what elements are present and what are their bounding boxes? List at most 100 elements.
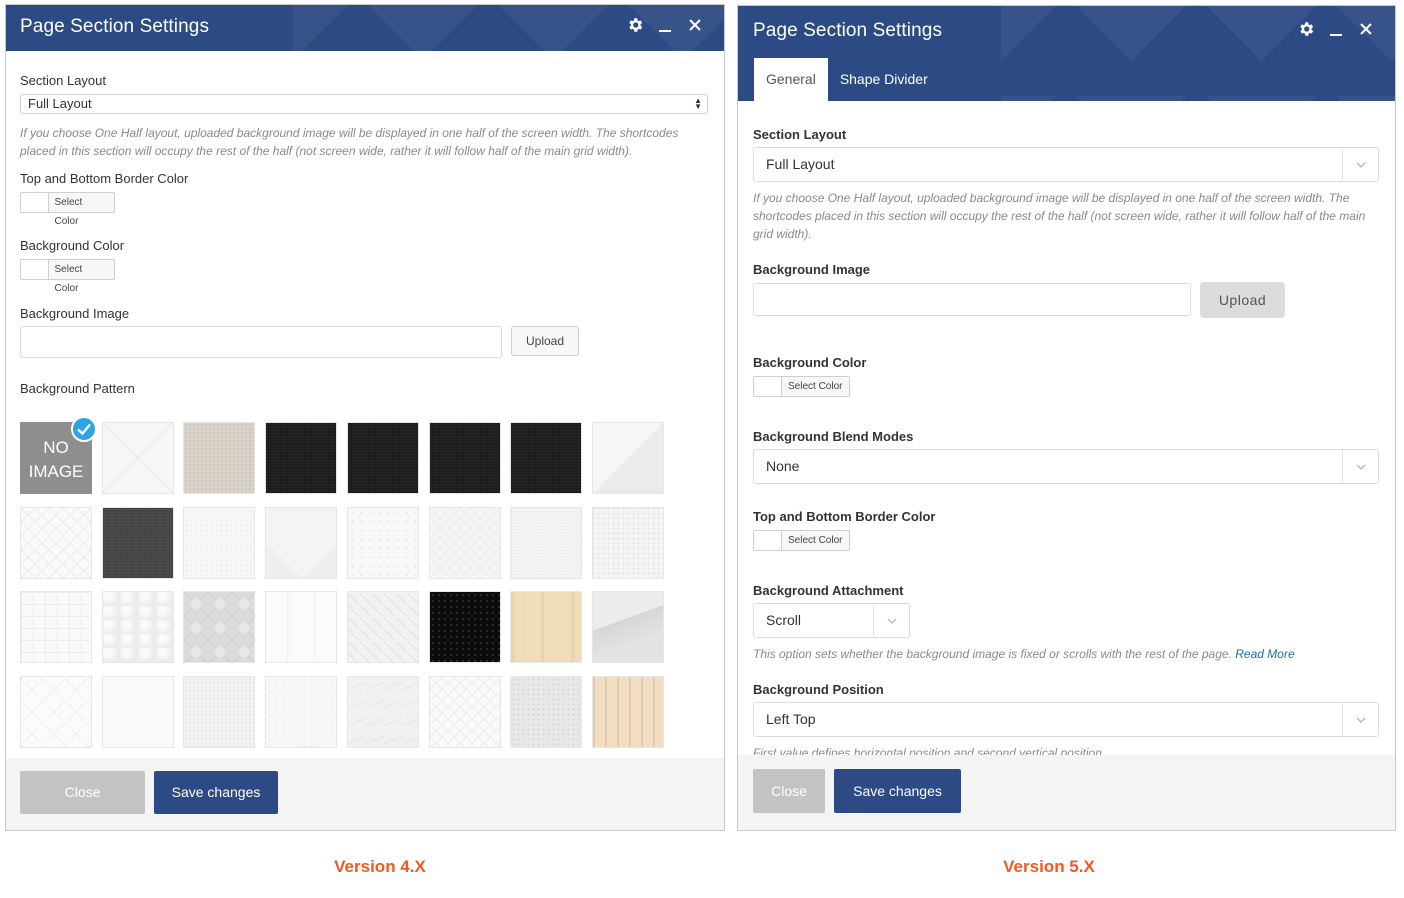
pattern-tile-black-fabric[interactable] [265,422,338,494]
settings-dialog-v5: Page Section Settings General Shape Divi… [737,5,1396,831]
pattern-tile-gray-speckle[interactable] [510,675,583,748]
select-divider [1342,703,1343,736]
bg-color-picker[interactable]: Select Color [20,259,115,294]
bg-image-input[interactable] [20,326,502,358]
dialog-header: Page Section Settings [6,5,724,51]
pattern-tile-gray-clover[interactable] [183,591,256,663]
pattern-tile-white-texture[interactable] [183,675,256,748]
border-color-picker[interactable]: Select Color [753,530,850,551]
tab-bar: General Shape Divider [754,58,940,101]
pattern-tile-white-waves[interactable] [346,675,419,748]
pattern-tile-white-grid[interactable] [591,506,664,579]
checkmark-icon [71,416,97,442]
position-help: First value defines horizontal position … [753,746,1106,755]
attachment-select[interactable]: Scroll [753,603,910,638]
pattern-tile-white-paper[interactable] [265,675,338,748]
pattern-tile-white-leather[interactable] [101,591,174,663]
pattern-tile-light-wood[interactable] [510,591,583,663]
save-changes-button[interactable]: Save changes [834,769,961,813]
position-value: Left Top [766,711,816,727]
pattern-tile-light-gray[interactable] [591,422,664,494]
save-changes-button[interactable]: Save changes [154,771,278,814]
pattern-tile-white-plain[interactable] [101,675,174,748]
color-swatch [754,531,782,550]
pattern-tile-white-linen[interactable] [510,506,583,579]
settings-dialog-v4: Page Section Settings Section Layout Ful… [5,4,725,831]
bg-image-label: Background Image [753,262,871,277]
section-layout-help: If you choose One Half layout, uploaded … [753,191,1366,241]
pattern-tile-black-fabric[interactable] [428,422,501,494]
dialog-title: Page Section Settings [753,20,943,41]
upload-button[interactable]: Upload [511,326,579,356]
dialog-footer: Close Save changes [6,758,724,830]
tab-general[interactable]: General [754,58,828,101]
pattern-tile-dark-gray[interactable] [101,506,174,579]
close-icon[interactable] [686,16,704,34]
upload-button[interactable]: Upload [1200,282,1285,318]
select-color-label: Select Color [788,381,843,392]
pattern-tile-light-diamond[interactable] [101,422,174,494]
position-select[interactable]: Left Top [753,702,1379,737]
pattern-tile-white-maze[interactable] [346,591,419,663]
version-caption-left: Version 4.X [334,857,426,876]
pattern-tile-white-noise[interactable] [183,506,256,579]
border-color-label: Top and Bottom Border Color [753,509,936,524]
chevron-down-icon [1356,464,1366,470]
bg-color-picker[interactable]: Select Color [753,376,850,397]
pattern-tile-white-speckle[interactable] [346,506,419,579]
attachment-label: Background Attachment [753,583,904,598]
pattern-tile-white-stripes[interactable] [265,591,338,663]
pattern-tile-black-fabric[interactable] [346,422,419,494]
section-layout-select[interactable]: Full Layout [753,147,1379,182]
pattern-tile-white-lattice[interactable] [20,506,92,579]
section-layout-label: Section Layout [753,127,847,142]
pattern-tile-gray-geometric[interactable] [591,591,664,663]
pattern-tile-white-squares[interactable] [20,591,92,663]
section-layout-help: If you choose One Half layout, uploaded … [20,126,679,158]
pattern-tile-black-dots[interactable] [428,591,501,663]
select-divider [1342,450,1343,483]
dialog-footer: Close Save changes [738,755,1395,830]
pattern-tile-no-image[interactable]: NO IMAGE [20,416,97,494]
attachment-value: Scroll [766,612,802,628]
dialog-body: Section Layout Full Layout If you choose… [738,101,1395,755]
pattern-tile-white-herringbone[interactable] [20,675,92,748]
section-layout-label: Section Layout [20,73,107,88]
close-icon[interactable] [1357,20,1375,38]
read-more-link[interactable]: Read More [1235,647,1294,661]
attachment-help-text: This option sets whether the background … [753,647,1232,661]
gear-icon[interactable] [626,16,644,34]
pattern-tile-white-diamond-grid[interactable] [428,506,501,579]
color-swatch [754,377,782,396]
pattern-tile-wood-planks[interactable] [591,675,664,748]
border-color-picker[interactable]: Select Color [20,192,115,227]
blend-modes-select[interactable]: None [753,449,1379,484]
section-layout-select[interactable]: Full Layout ▲ ▼ [20,94,708,114]
position-label: Background Position [753,682,884,697]
pattern-tile-black-fabric[interactable] [510,422,583,494]
bg-image-input[interactable] [753,283,1191,316]
minimize-icon[interactable] [1327,20,1345,38]
gear-icon[interactable] [1297,20,1315,38]
minimize-icon[interactable] [656,16,674,34]
pattern-tile-white-crosshatch[interactable] [428,675,501,748]
dialog-header: Page Section Settings General Shape Divi… [738,6,1395,101]
chevron-down-icon [1356,162,1366,168]
pattern-grid: NO IMAGE [20,416,680,752]
close-button[interactable]: Close [753,769,825,813]
chevron-down-icon [887,618,897,624]
attachment-help: This option sets whether the background … [753,645,1383,663]
select-divider [1342,148,1343,181]
updown-arrow-icon: ▲ ▼ [694,96,702,111]
close-button[interactable]: Close [20,771,145,814]
section-layout-value: Full Layout [28,96,92,111]
tab-shape-divider[interactable]: Shape Divider [828,58,940,101]
select-color-label: Select Color [54,197,83,227]
pattern-tile-white-triangles[interactable] [265,506,338,579]
bg-color-label: Background Color [753,355,867,370]
version-caption-right: Version 5.X [1003,857,1095,876]
color-swatch [21,260,49,279]
pattern-tile-beige-linen[interactable] [183,422,256,494]
header-icons [626,16,704,34]
no-image-label: IMAGE [28,462,84,481]
